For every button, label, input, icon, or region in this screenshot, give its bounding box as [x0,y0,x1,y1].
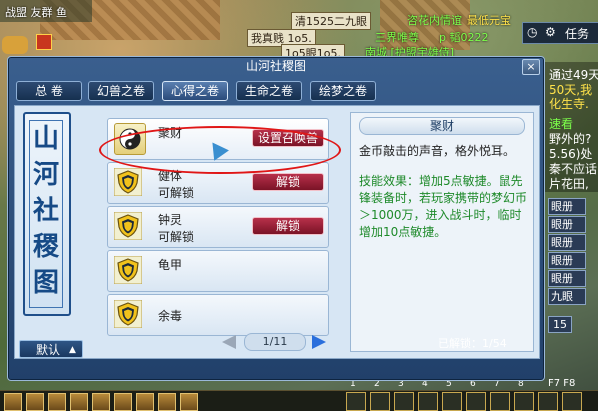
right-top-bar: ◷ ⚙ 任务 [522,22,598,44]
skill-status: 可解锁 [158,186,195,200]
hotbar-slot[interactable] [70,393,88,411]
skill-status: 可解锁 [158,230,195,244]
detail-description: 金币敲击的声音，格外悦耳。 [359,144,516,158]
skill-name: 龟甲 [158,258,183,272]
tab-bar: 总 卷 幻兽之卷 心得之卷 生命之卷 绘梦之卷 [16,81,536,103]
quest-item[interactable]: 眼册 [548,198,586,215]
action-slot[interactable] [538,392,558,411]
scroll-banner: 山 河 社 稷 图 [23,112,71,316]
category-dropdown[interactable]: 默认 ▲ [19,340,83,358]
skill-name: 余毒 [158,309,183,323]
shield-icon [114,256,142,284]
banner-char: 稷 [32,232,59,262]
skill-row-guijia[interactable]: 龟甲 [107,250,329,292]
level-badge: 15 [548,316,572,333]
scene-green-text: p 韬0222 [439,31,489,44]
detail-title: 聚财 [359,117,525,135]
scene-top-left-text: 战盟 友群 鱼 [5,6,67,19]
quest-item[interactable]: 眼册 [548,234,586,251]
hotbar-slot[interactable] [114,393,132,411]
action-slot[interactable] [346,392,366,411]
hotbar-slot[interactable] [136,393,154,411]
chat-line: 化生寺. [549,97,589,111]
chevron-up-icon: ▲ [69,345,76,355]
dialog-title: 山河社稷图 [245,59,306,73]
action-slot[interactable] [490,392,510,411]
banner-text: 山 河 社 稷 图 [29,120,63,308]
chat-line: 片花田, [549,177,589,191]
skill-name: 钟灵 [158,213,183,227]
banner-char: 社 [32,196,59,226]
banner-char: 河 [32,160,59,190]
quest-item[interactable]: 眼册 [548,216,586,233]
quest-item[interactable]: 眼册 [548,270,586,287]
action-slot[interactable] [466,392,486,411]
hotbar-slot[interactable] [180,393,198,411]
tab-life[interactable]: 生命之卷 [236,81,302,101]
hotbar-slot[interactable] [158,393,176,411]
hotbar-slot[interactable] [92,393,110,411]
action-slot[interactable] [418,392,438,411]
action-slot[interactable] [442,392,462,411]
hotbar-slot[interactable] [26,393,44,411]
banner-char: 山 [32,124,59,154]
banner-char: 图 [32,268,59,298]
quest-item[interactable]: 眼册 [548,252,586,269]
page-number: 1/11 [244,333,306,351]
pager: 1/11 [222,333,326,351]
gift-icon[interactable] [36,34,52,50]
fkey-labels: F7 F8 [548,378,576,389]
player-nameplate[interactable]: 清1525二九眼 [291,12,371,30]
unlock-button[interactable]: 解锁 [252,217,324,235]
tab-insight[interactable]: 心得之卷 [162,81,228,101]
next-page-icon[interactable] [312,335,326,349]
shanhe-dialog: 山河社稷图 × 总 卷 幻兽之卷 心得之卷 生命之卷 绘梦之卷 山 河 社 稷 … [7,56,545,381]
task-label[interactable]: 任务 [565,25,589,42]
action-slot[interactable] [562,392,582,411]
scene-yellow-text: 最低元宝 [467,14,511,27]
close-button[interactable]: × [522,59,540,75]
unlock-button[interactable]: 解锁 [252,173,324,191]
unlocked-count: 已解锁：1/54 [438,337,507,350]
tab-general[interactable]: 总 卷 [16,81,82,101]
hotbar-slot[interactable] [4,393,22,411]
skill-row-zhongling[interactable]: 钟灵 可解锁 解锁 [107,206,329,248]
scene-green-text: 咨花内情谊 [407,14,462,27]
shield-icon [114,300,142,328]
scene-green-text: 三界唯尊 [375,31,419,44]
action-slot[interactable] [370,392,390,411]
hotbar-slot[interactable] [48,393,66,411]
skill-row-yudu[interactable]: 余毒 [107,294,329,336]
category-label: 默认 [36,343,61,357]
action-slot[interactable] [514,392,534,411]
quest-item[interactable]: 九眼 [548,288,586,305]
gear-icon[interactable]: ⚙ [545,25,556,39]
action-slot[interactable] [394,392,414,411]
prev-page-icon[interactable] [222,335,236,349]
tab-beast[interactable]: 幻兽之卷 [88,81,154,101]
tab-dream[interactable]: 绘梦之卷 [310,81,376,101]
clock-icon[interactable]: ◷ [527,25,537,39]
detail-effect: 技能效果：增加5点敏捷。鼠先锋装备时，若玩家携带的梦幻币＞1000万，进入战斗时… [359,174,528,239]
lion-icon[interactable] [2,36,28,54]
shield-icon [114,168,142,196]
shield-icon [114,212,142,240]
detail-panel: 聚财 金币敲击的声音，格外悦耳。 技能效果：增加5点敏捷。鼠先锋装备时，若玩家携… [350,112,534,352]
